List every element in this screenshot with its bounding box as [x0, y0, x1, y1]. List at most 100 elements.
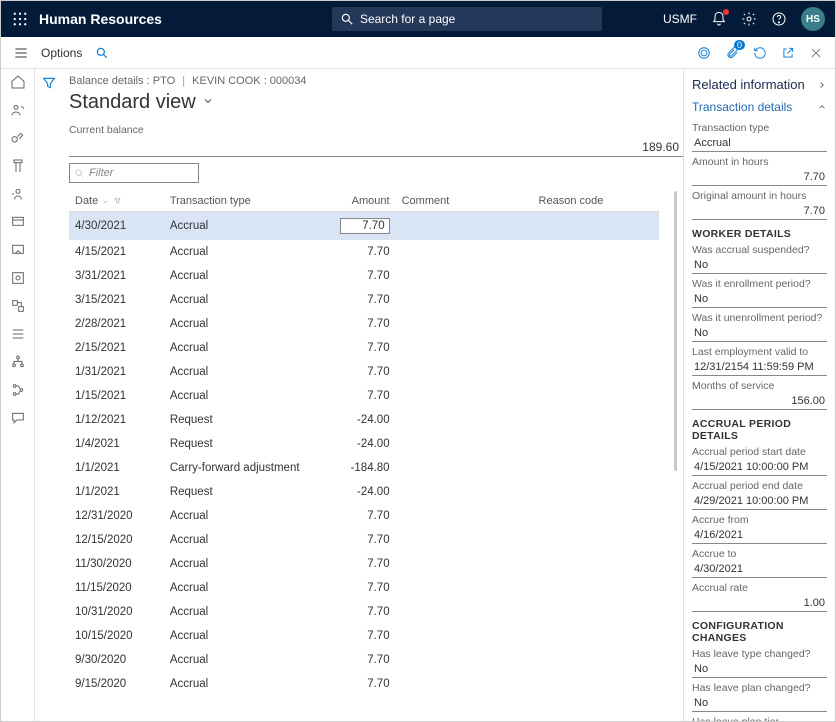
label-was-suspended: Was accrual suspended? [692, 244, 827, 256]
cell-comment [396, 408, 533, 432]
table-row[interactable]: 1/15/2021Accrual7.70 [69, 384, 659, 408]
col-date[interactable]: Date [69, 191, 164, 212]
cell-type: Accrual [164, 264, 322, 288]
label-months-svc: Months of service [692, 380, 827, 392]
page-title: Standard view [69, 91, 196, 114]
nav-performance-icon[interactable] [9, 241, 27, 259]
pin-icon[interactable] [695, 44, 713, 62]
cell-comment [396, 384, 533, 408]
table-row[interactable]: 1/4/2021Request-24.00 [69, 432, 659, 456]
gear-icon[interactable] [741, 11, 757, 27]
filter-pane-toggle[interactable] [35, 69, 63, 721]
col-amount[interactable]: Amount [322, 191, 396, 212]
app-title: Human Resources [39, 11, 162, 27]
options-tab[interactable]: Options [41, 46, 82, 60]
table-row[interactable]: 10/15/2020Accrual7.70 [69, 624, 659, 648]
nav-org-icon[interactable] [9, 353, 27, 371]
table-row[interactable]: 11/30/2020Accrual7.70 [69, 552, 659, 576]
col-reason[interactable]: Reason code [533, 191, 659, 212]
cell-date: 2/15/2021 [69, 336, 164, 360]
breadcrumb: Balance details : PTO | KEVIN COOK : 000… [69, 75, 683, 89]
cell-date: 9/30/2020 [69, 648, 164, 672]
table-row[interactable]: 2/28/2021Accrual7.70 [69, 312, 659, 336]
hamburger-icon[interactable] [11, 43, 31, 63]
value-ap-start: 4/15/2021 10:00:00 PM [692, 459, 827, 476]
table-row[interactable]: 12/15/2020Accrual7.70 [69, 528, 659, 552]
table-row[interactable]: 11/15/2020Accrual7.70 [69, 576, 659, 600]
app-launcher-icon[interactable] [11, 10, 29, 28]
col-transaction-type[interactable]: Transaction type [164, 191, 322, 212]
cell-reason [533, 600, 659, 624]
table-row[interactable]: 3/15/2021Accrual7.70 [69, 288, 659, 312]
company-code[interactable]: USMF [663, 12, 697, 26]
nav-learning-icon[interactable] [9, 213, 27, 231]
nav-personnel-icon[interactable] [9, 101, 27, 119]
table-row[interactable]: 10/31/2020Accrual7.70 [69, 600, 659, 624]
table-row[interactable]: 9/30/2020Accrual7.70 [69, 648, 659, 672]
table-row[interactable]: 9/15/2020Accrual7.70 [69, 672, 659, 696]
cell-amount: -184.80 [322, 456, 396, 480]
related-info-header[interactable]: Related information [692, 75, 827, 98]
cell-comment [396, 360, 533, 384]
current-balance-label: Current balance [69, 124, 683, 136]
cell-date: 11/15/2020 [69, 576, 164, 600]
user-avatar[interactable]: HS [801, 7, 825, 31]
nav-recruit-icon[interactable] [9, 269, 27, 287]
left-nav-rail [1, 69, 35, 721]
cell-date: 9/15/2020 [69, 672, 164, 696]
table-row[interactable]: 1/1/2021Carry-forward adjustment-184.80 [69, 456, 659, 480]
nav-task-icon[interactable] [9, 381, 27, 399]
nav-compensation-icon[interactable] [9, 129, 27, 147]
cell-amount: 7.70 [322, 552, 396, 576]
global-navbar: Human Resources Search for a page USMF H… [1, 1, 835, 37]
global-search-input[interactable]: Search for a page [332, 7, 602, 31]
nav-feedback-icon[interactable] [9, 409, 27, 427]
refresh-icon[interactable] [751, 44, 769, 62]
table-row[interactable]: 1/1/2021Request-24.00 [69, 480, 659, 504]
value-was-unenroll: No [692, 325, 827, 342]
table-row[interactable]: 2/15/2021Accrual7.70 [69, 336, 659, 360]
table-row[interactable]: 1/12/2021Request-24.00 [69, 408, 659, 432]
transactions-grid-wrap: Date Transaction type Amount Comment Rea… [69, 191, 683, 721]
bell-icon[interactable] [711, 11, 727, 27]
table-row[interactable]: 1/31/2021Accrual7.70 [69, 360, 659, 384]
current-balance-value: 189.60 [69, 138, 683, 157]
cell-comment [396, 480, 533, 504]
label-was-enroll: Was it enrollment period? [692, 278, 827, 290]
cell-date: 3/15/2021 [69, 288, 164, 312]
nav-list-icon[interactable] [9, 325, 27, 343]
table-row[interactable]: 3/31/2021Accrual7.70 [69, 264, 659, 288]
nav-benefits-icon[interactable] [9, 157, 27, 175]
notification-dot [723, 9, 729, 15]
col-comment[interactable]: Comment [396, 191, 533, 212]
cell-date: 10/15/2020 [69, 624, 164, 648]
action-pane: Options 0 [1, 37, 835, 69]
label-last-emp: Last employment valid to [692, 346, 827, 358]
label-accrue-to: Accrue to [692, 548, 827, 560]
table-row[interactable]: 12/31/2020Accrual7.70 [69, 504, 659, 528]
cell-type: Accrual [164, 312, 322, 336]
action-search-icon[interactable] [92, 43, 112, 63]
main-area: Balance details : PTO | KEVIN COOK : 000… [1, 69, 835, 721]
cell-reason [533, 504, 659, 528]
nav-links-icon[interactable] [9, 297, 27, 315]
help-icon[interactable] [771, 11, 787, 27]
cell-date: 12/15/2020 [69, 528, 164, 552]
value-was-enroll: No [692, 291, 827, 308]
table-row[interactable]: 4/15/2021Accrual7.70 [69, 240, 659, 264]
attachments-icon[interactable]: 0 [723, 44, 741, 62]
grid-quick-filter[interactable]: Filter [69, 163, 199, 183]
cell-amount: 7.70 [322, 312, 396, 336]
chevron-down-icon[interactable] [202, 95, 214, 110]
transaction-details-section[interactable]: Transaction details [692, 98, 827, 118]
cell-amount: 7.70 [322, 672, 396, 696]
close-icon[interactable] [807, 44, 825, 62]
nav-home-icon[interactable] [9, 73, 27, 91]
table-row[interactable]: 4/30/2021Accrual7.70 [69, 212, 659, 241]
scrollbar[interactable] [674, 191, 677, 471]
label-amount-hours: Amount in hours [692, 156, 827, 168]
popout-icon[interactable] [779, 44, 797, 62]
cell-date: 1/12/2021 [69, 408, 164, 432]
nav-leave-icon[interactable] [9, 185, 27, 203]
label-was-unenroll: Was it unenrollment period? [692, 312, 827, 324]
